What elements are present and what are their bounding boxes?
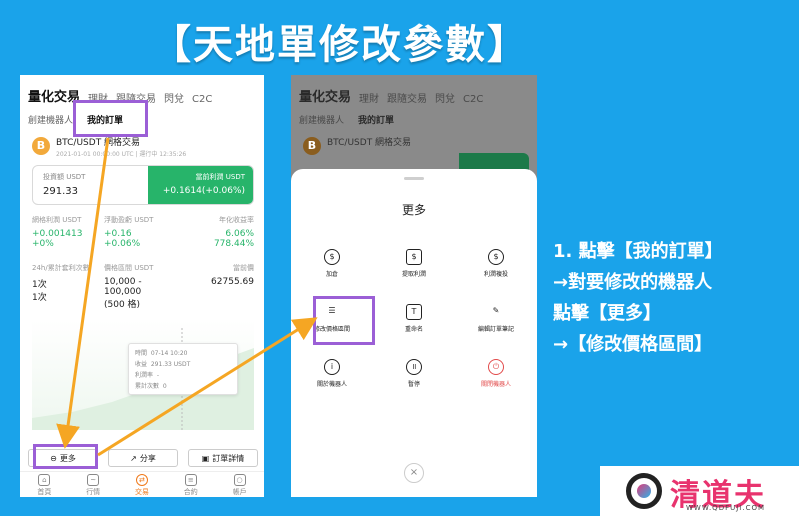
watermark: 清道夫 WWW.QDFUJI.COM [600,466,799,516]
instruction-line: 1. 點擊【我的訂單】 [553,241,723,262]
instruction-line: →對要修改的機器人 [553,272,713,293]
arrow-orders-to-more [56,137,110,449]
instruction-line: 點擊【更多】 [553,303,661,324]
instruction-line: →【修改價格區間】 [553,334,713,355]
brand-url: WWW.QDFUJI.COM [686,504,766,512]
brand-logo-icon [626,473,662,509]
instructions: 1. 點擊【我的訂單】 →對要修改的機器人 點擊【更多】 →【修改價格區間】 [553,236,793,360]
arrow-more-to-sheet [97,317,318,457]
